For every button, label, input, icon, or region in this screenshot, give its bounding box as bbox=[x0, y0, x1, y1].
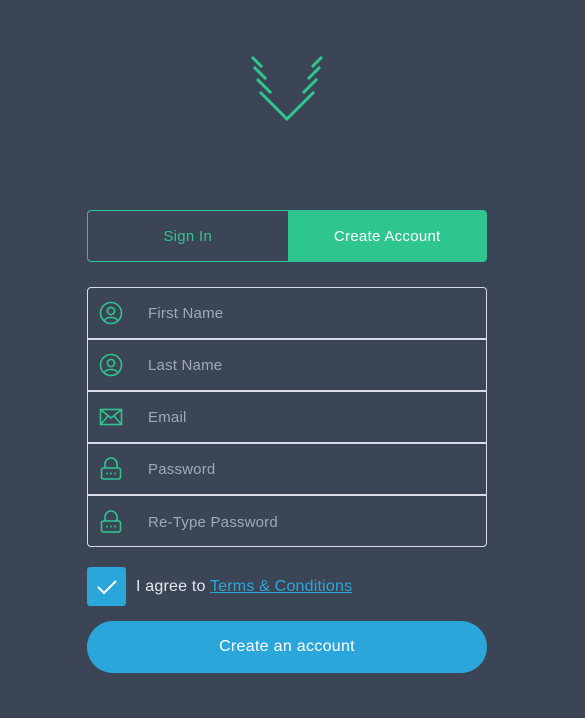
lock-icon bbox=[88, 510, 134, 534]
last-name-row bbox=[88, 339, 486, 392]
password-row bbox=[88, 443, 486, 496]
checkmark-icon bbox=[96, 579, 117, 594]
create-account-button[interactable]: Create an account bbox=[87, 621, 487, 673]
first-name-input[interactable] bbox=[134, 287, 486, 339]
retype-password-input[interactable] bbox=[134, 495, 486, 549]
envelope-icon bbox=[88, 407, 134, 427]
user-icon bbox=[88, 353, 134, 377]
first-name-row bbox=[88, 287, 486, 340]
tab-create-account[interactable]: Create Account bbox=[287, 210, 487, 262]
user-icon bbox=[88, 301, 134, 325]
lock-icon bbox=[88, 457, 134, 481]
retype-password-row bbox=[88, 495, 486, 549]
email-row bbox=[88, 391, 486, 444]
registration-form bbox=[87, 287, 487, 549]
last-name-input[interactable] bbox=[134, 339, 486, 391]
tab-sign-in[interactable]: Sign In bbox=[87, 210, 288, 262]
brand-logo-icon bbox=[250, 55, 324, 122]
email-input[interactable] bbox=[134, 391, 486, 443]
terms-agreement: I agree to Terms & Conditions bbox=[87, 567, 352, 606]
agree-checkbox[interactable] bbox=[87, 567, 126, 606]
auth-tabs: Sign In Create Account bbox=[87, 210, 487, 262]
terms-link[interactable]: Terms & Conditions bbox=[210, 578, 352, 595]
agree-label: I agree to Terms & Conditions bbox=[136, 577, 353, 595]
password-input[interactable] bbox=[134, 443, 486, 495]
